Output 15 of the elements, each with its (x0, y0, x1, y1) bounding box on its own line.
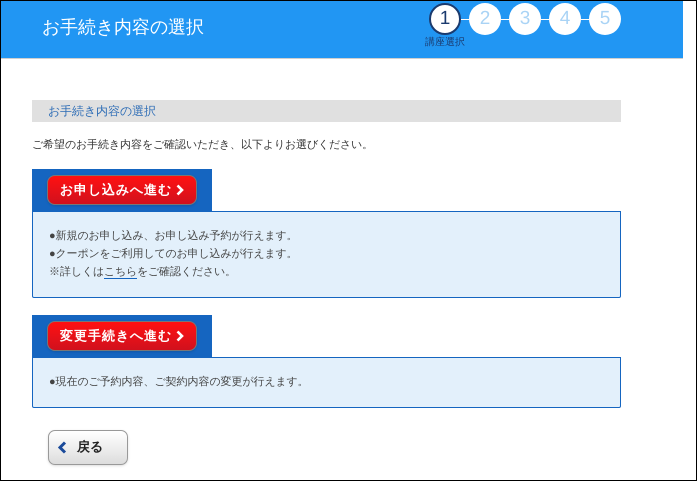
section-heading: お手続き内容の選択 (32, 100, 621, 122)
details-link[interactable]: こちら (104, 266, 137, 278)
proceed-button[interactable]: 変更手続きへ進む (47, 320, 197, 350)
step-label: 講座選択 (425, 37, 465, 49)
description-text: ●クーポンをご利用してのお申し込みが行えます。 (49, 246, 299, 262)
chevron-right-icon (176, 330, 184, 342)
proceed-button[interactable]: お申し込みへ進む (47, 174, 197, 204)
description-text: ●新規のお申し込み、お申し込み予約が行えます。 (49, 228, 299, 244)
back-button[interactable]: 戻る (48, 430, 128, 464)
chevron-left-icon (58, 440, 67, 454)
description-text: ●現在のご予約内容、ご契約内容の変更が行えます。 (49, 374, 310, 390)
chevron-right-icon (176, 184, 184, 196)
description-text: ※詳しくはこちら をご確認ください。 (49, 264, 237, 280)
intro-text: ご希望のお手続き内容をご確認いただき、以下よりお選びください。 (32, 138, 374, 153)
page-title: お手続き内容の選択 (42, 16, 205, 39)
